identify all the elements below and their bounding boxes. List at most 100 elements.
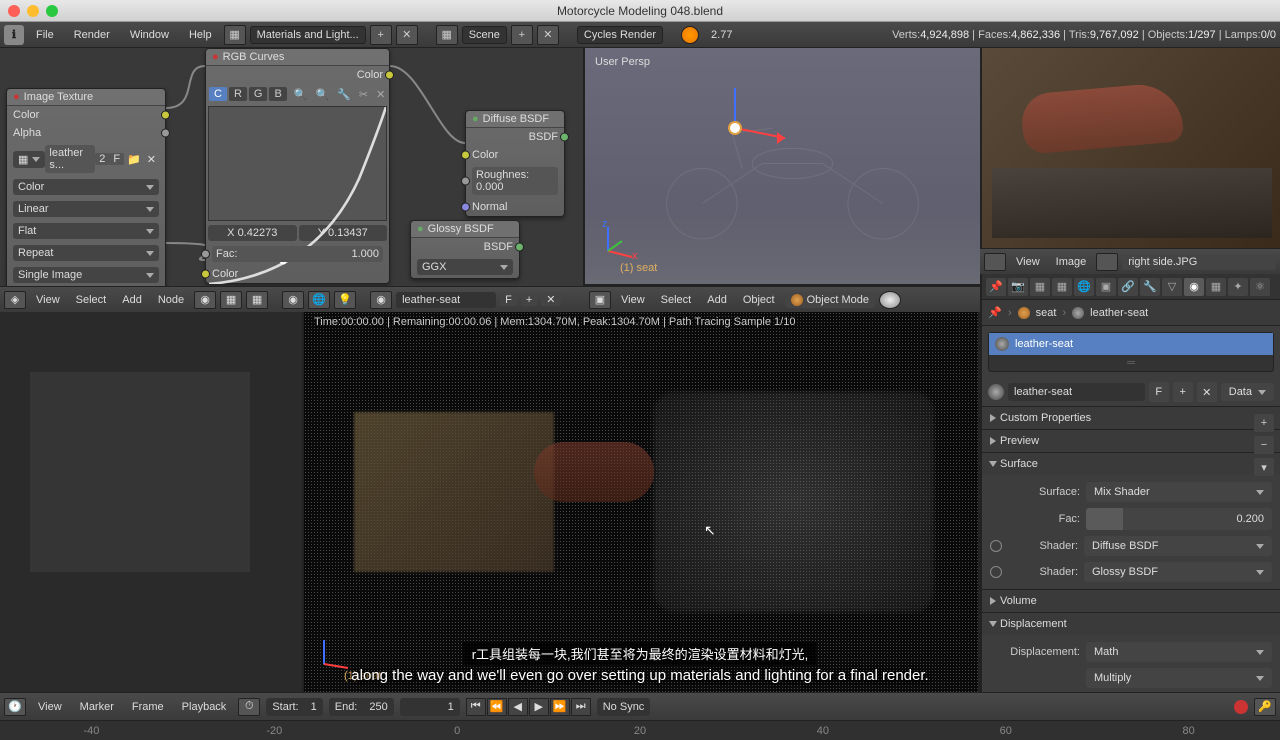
- interpolation-dropdown[interactable]: Linear: [13, 201, 159, 217]
- open-image-button[interactable]: 📁: [124, 153, 144, 166]
- node-header[interactable]: ●Image Texture: [7, 89, 165, 106]
- curve-widget[interactable]: [208, 106, 387, 221]
- texture-type-icon[interactable]: ▦: [246, 291, 268, 309]
- editor-type-icon[interactable]: 🕐: [4, 698, 26, 716]
- image-name-field[interactable]: leather s...: [45, 145, 95, 173]
- menu-image[interactable]: Image: [1050, 256, 1093, 268]
- node-image-texture[interactable]: ●Image Texture Color Alpha ▦leather s...…: [6, 88, 166, 286]
- material-browse-icon[interactable]: ◉: [370, 291, 392, 309]
- socket-icon[interactable]: [515, 243, 524, 252]
- jump-end-button[interactable]: ⏭: [571, 698, 591, 716]
- fake-user-button[interactable]: F: [500, 294, 517, 306]
- unlink-image-button[interactable]: ✕: [144, 153, 159, 166]
- channel-c-button[interactable]: C: [209, 87, 227, 101]
- socket-icon[interactable]: [201, 250, 210, 259]
- source-dropdown[interactable]: Single Image: [13, 267, 159, 283]
- menu-select[interactable]: Select: [70, 294, 113, 306]
- timeline-ruler[interactable]: -40 -20 0 20 40 60 80: [0, 720, 1280, 740]
- scene-icon[interactable]: ▦: [436, 25, 458, 45]
- fac-slider[interactable]: 0.200: [1086, 508, 1272, 530]
- fake-user-button[interactable]: F: [1149, 382, 1169, 402]
- distribution-dropdown[interactable]: GGX: [417, 259, 513, 275]
- blender-logo-icon[interactable]: [4, 25, 24, 45]
- material-preview-icon[interactable]: [988, 384, 1004, 400]
- menu-marker[interactable]: Marker: [74, 701, 120, 713]
- channel-r-button[interactable]: R: [229, 87, 247, 101]
- 3d-viewport[interactable]: zx User Persp (1) seat: [585, 48, 980, 286]
- zoom-in-icon[interactable]: 🔍: [291, 88, 311, 101]
- reference-image-editor[interactable]: [980, 48, 1280, 248]
- socket-icon[interactable]: [385, 71, 394, 80]
- menu-view[interactable]: View: [1010, 256, 1046, 268]
- tab-world[interactable]: 🌐: [1074, 278, 1094, 296]
- jump-start-button[interactable]: ⏮: [466, 698, 486, 716]
- add-screen-button[interactable]: +: [370, 25, 392, 45]
- channel-b-button[interactable]: B: [269, 87, 286, 101]
- scene-field[interactable]: Scene: [462, 26, 507, 44]
- panel-header[interactable]: Custom Properties: [982, 407, 1280, 429]
- menu-file[interactable]: File: [28, 29, 62, 41]
- menu-add[interactable]: Add: [701, 294, 733, 306]
- remove-slot-button[interactable]: −: [1254, 436, 1274, 454]
- close-window-button[interactable]: [8, 5, 20, 17]
- shader2-dropdown[interactable]: Glossy BSDF: [1084, 562, 1272, 582]
- panel-header[interactable]: Preview: [982, 430, 1280, 452]
- material-name-field[interactable]: leather-seat: [396, 292, 496, 308]
- tab-constraints[interactable]: 🔗: [1118, 278, 1138, 296]
- users-count[interactable]: 2: [95, 153, 109, 165]
- tab-physics[interactable]: ⚛: [1250, 278, 1270, 296]
- sync-mode-dropdown[interactable]: No Sync: [597, 698, 651, 716]
- unlink-material-button[interactable]: ✕: [1197, 382, 1217, 402]
- extension-dropdown[interactable]: Repeat: [13, 245, 159, 261]
- tab-texture[interactable]: ▦: [1206, 278, 1226, 296]
- node-diffuse-bsdf[interactable]: ●Diffuse BSDF BSDF Color Roughnes: 0.000…: [465, 110, 565, 217]
- tools-icon[interactable]: 🔧: [334, 88, 354, 101]
- editor-type-icon[interactable]: [984, 253, 1006, 271]
- menu-add[interactable]: Add: [116, 294, 148, 306]
- screen-layout-field[interactable]: Materials and Light...: [250, 26, 366, 44]
- end-frame-field[interactable]: End:250: [329, 698, 394, 716]
- image-browse-dropdown[interactable]: ▦: [13, 151, 45, 168]
- menu-playback[interactable]: Playback: [176, 701, 233, 713]
- tab-particles[interactable]: ✦: [1228, 278, 1248, 296]
- clip-icon[interactable]: ✂: [356, 88, 371, 101]
- uv-image-editor[interactable]: [0, 312, 304, 694]
- tab-data[interactable]: ▽: [1162, 278, 1182, 296]
- slot-resize-handle[interactable]: ═: [989, 355, 1273, 371]
- minimize-window-button[interactable]: [27, 5, 39, 17]
- editor-type-icon[interactable]: ◈: [4, 291, 26, 309]
- menu-render[interactable]: Render: [66, 29, 118, 41]
- play-reverse-button[interactable]: ◀: [508, 698, 528, 716]
- shader-socket-icon[interactable]: [990, 540, 1002, 552]
- add-material-button[interactable]: +: [521, 294, 537, 306]
- zoom-out-icon[interactable]: 🔍: [313, 88, 333, 101]
- material-link-dropdown[interactable]: Data: [1221, 383, 1274, 401]
- socket-icon[interactable]: [461, 203, 470, 212]
- add-scene-button[interactable]: +: [511, 25, 533, 45]
- add-slot-button[interactable]: +: [1254, 414, 1274, 432]
- socket-icon[interactable]: [161, 111, 170, 120]
- current-frame-field[interactable]: 1: [400, 698, 460, 716]
- add-material-button[interactable]: +: [1173, 382, 1193, 402]
- tab-render[interactable]: 📷: [1008, 278, 1028, 296]
- tab-render-layers[interactable]: ▦: [1030, 278, 1050, 296]
- menu-select[interactable]: Select: [655, 294, 698, 306]
- material-slot-active[interactable]: leather-seat: [989, 333, 1273, 355]
- pin-icon[interactable]: 📌: [988, 306, 1002, 320]
- colorspace-dropdown[interactable]: Color: [13, 179, 159, 195]
- panel-header[interactable]: Displacement: [982, 613, 1280, 635]
- roughness-field[interactable]: Roughnes: 0.000: [472, 167, 558, 195]
- material-name-field[interactable]: leather-seat: [1008, 383, 1145, 401]
- node-glossy-bsdf[interactable]: ●Glossy BSDF BSDF GGX: [410, 220, 520, 279]
- keyframe-next-button[interactable]: ⏩: [550, 698, 570, 716]
- screen-layout-icon[interactable]: ▦: [224, 25, 246, 45]
- socket-icon[interactable]: [161, 129, 170, 138]
- surface-shader-dropdown[interactable]: Mix Shader: [1086, 482, 1272, 502]
- 3d-manipulator[interactable]: [725, 118, 745, 138]
- tab-scene[interactable]: ▦: [1052, 278, 1072, 296]
- shading-mode-icon[interactable]: [879, 291, 901, 309]
- lamp-data-icon[interactable]: 💡: [334, 291, 356, 309]
- panel-header[interactable]: Volume: [982, 590, 1280, 612]
- math-operation-dropdown[interactable]: Multiply: [1086, 668, 1272, 688]
- material-slot-list[interactable]: leather-seat ═: [988, 332, 1274, 372]
